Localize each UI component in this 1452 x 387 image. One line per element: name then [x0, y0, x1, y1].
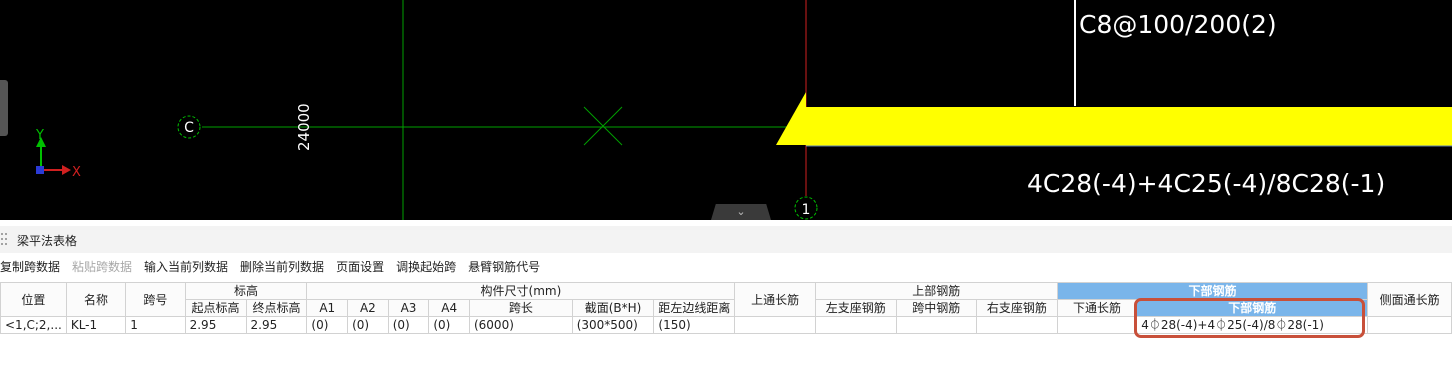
table-header-row: 位置 名称 跨号 标高 构件尺寸(mm) 上通长筋 上部钢筋 下部钢筋 侧面通长… [0, 282, 1452, 317]
table-subheader-row: 起点标高 终点标高 A1 A2 A3 A4 跨长 截面(B*H) 距左边线距离 … [1, 299, 1452, 317]
axis-c-label: C [184, 120, 194, 136]
cell-section[interactable]: (300*500) [571, 316, 655, 334]
header-a4[interactable]: A4 [428, 299, 470, 317]
cell-span-length[interactable]: (6000) [468, 316, 573, 334]
panel-title: 梁平法表格 [17, 234, 78, 248]
beam-start-triangle [776, 92, 806, 145]
cell-a4[interactable]: (0) [428, 316, 470, 334]
header-span-length[interactable]: 跨长 [468, 299, 573, 317]
side-panel-handle[interactable] [0, 80, 8, 136]
header-end-elev[interactable]: 终点标高 [245, 299, 308, 317]
header-bottom-rebar-group[interactable]: 下部钢筋 [1056, 282, 1369, 300]
header-a3[interactable]: A3 [387, 299, 430, 317]
top-rebar-annotation[interactable]: C8@100/200(2) [1079, 10, 1277, 39]
axis-1-label: 1 [802, 202, 811, 218]
ucs-y-label: Y [35, 128, 44, 143]
input-current-column-button[interactable]: 输入当前列数据 [144, 258, 228, 278]
cell-bottom-rebar[interactable]: 4⏀28(-4)+4⏀25(-4)/8⏀28(-1) [1136, 316, 1369, 334]
cad-drawing-canvas[interactable]: C 1 24000 C8@100/200(2) 4C28(-4)+4C25(-4… [0, 0, 1452, 220]
header-a2[interactable]: A2 [347, 299, 389, 317]
table-row[interactable]: <1,C;2,... KL-1 1 2.95 2.95 (0) (0) (0) … [0, 316, 1452, 334]
copy-span-data-button[interactable]: 复制跨数据 [0, 258, 60, 278]
swap-start-span-button[interactable]: 调换起始跨 [396, 258, 456, 278]
dimension-text: 24000 [295, 103, 313, 151]
header-elevation[interactable]: 标高 [184, 282, 308, 300]
bottom-rebar-annotation[interactable]: 4C28(-4)+4C25(-4)/8C28(-1) [1027, 169, 1385, 198]
cell-start-elev[interactable]: 2.95 [184, 316, 247, 334]
cell-side-long[interactable] [1367, 316, 1452, 334]
header-side-long[interactable]: 侧面通长筋 [1367, 282, 1452, 317]
header-bottom-rebar[interactable]: 下部钢筋 [1136, 299, 1369, 317]
paste-span-data-button[interactable]: 粘贴跨数据 [72, 258, 132, 278]
cad-drawing: C 1 24000 C8@100/200(2) 4C28(-4)+4C25(-4… [35, 0, 1452, 220]
cell-name[interactable]: KL-1 [65, 316, 127, 334]
grip-icon[interactable] [0, 231, 8, 247]
header-start-elev[interactable]: 起点标高 [184, 299, 247, 317]
cell-span-no[interactable]: 1 [125, 316, 186, 334]
delete-current-column-button[interactable]: 删除当前列数据 [240, 258, 324, 278]
cell-top-long[interactable] [734, 316, 816, 334]
header-right-support[interactable]: 右支座钢筋 [976, 299, 1058, 317]
ucs-x-label: X [72, 165, 81, 180]
header-edge-distance[interactable]: 距左边线距离 [653, 299, 736, 317]
cell-a2[interactable]: (0) [347, 316, 389, 334]
header-size[interactable]: 构件尺寸(mm) [306, 282, 736, 300]
cell-edge-distance[interactable]: (150) [653, 316, 736, 334]
cell-left-support[interactable] [814, 316, 897, 334]
panel-collapse-tab[interactable]: ⌄ [711, 204, 771, 220]
beam-body[interactable] [806, 107, 1452, 146]
header-top-long[interactable]: 上通长筋 [734, 282, 816, 317]
header-mid-span[interactable]: 跨中钢筋 [895, 299, 978, 317]
header-name[interactable]: 名称 [65, 282, 127, 317]
header-position[interactable]: 位置 [0, 282, 67, 317]
ucs-icon: Y X [35, 128, 81, 180]
header-left-support[interactable]: 左支座钢筋 [814, 299, 897, 317]
header-top-rebar[interactable]: 上部钢筋 [814, 282, 1058, 300]
cell-end-elev[interactable]: 2.95 [245, 316, 308, 334]
cell-right-support[interactable] [976, 316, 1058, 334]
header-bottom-long[interactable]: 下通长筋 [1056, 299, 1138, 317]
cell-position[interactable]: <1,C;2,... [0, 316, 67, 334]
panel-header: 梁平法表格 [0, 226, 1452, 253]
header-a1[interactable]: A1 [306, 299, 349, 317]
header-span-no[interactable]: 跨号 [125, 282, 186, 317]
cell-bottom-long[interactable] [1056, 316, 1138, 334]
cell-a1[interactable]: (0) [306, 316, 349, 334]
cell-a3[interactable]: (0) [387, 316, 430, 334]
header-section[interactable]: 截面(B*H) [571, 299, 655, 317]
cell-mid-span[interactable] [895, 316, 978, 334]
cantilever-rebar-code-button[interactable]: 悬臂钢筋代号 [468, 258, 540, 278]
table-toolbar: 复制跨数据 粘贴跨数据 输入当前列数据 删除当前列数据 页面设置 调换起始跨 悬… [0, 258, 540, 278]
beam-table: 位置 名称 跨号 标高 构件尺寸(mm) 上通长筋 上部钢筋 下部钢筋 侧面通长… [0, 282, 1452, 334]
page-setup-button[interactable]: 页面设置 [336, 258, 384, 278]
